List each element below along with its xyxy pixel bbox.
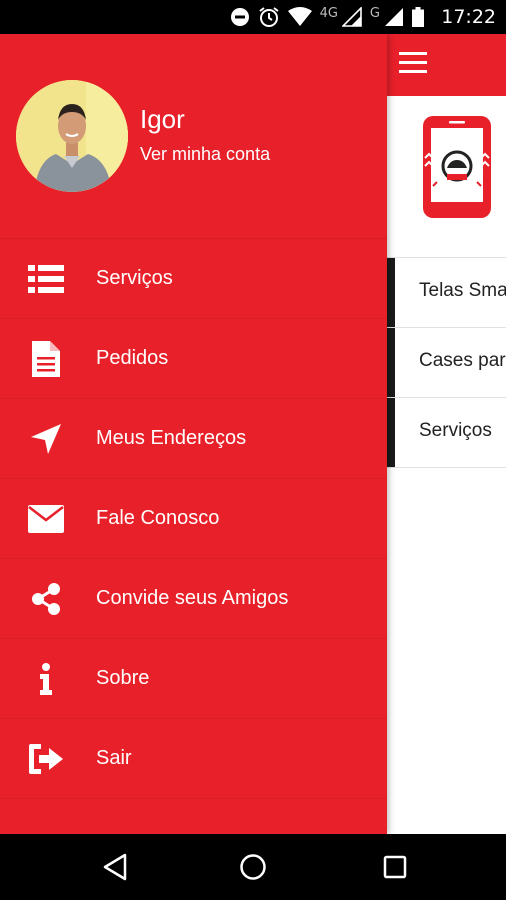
status-icons: 4G G: [230, 5, 424, 29]
app-banner: [387, 96, 506, 258]
view-account-link[interactable]: Ver minha conta: [140, 144, 270, 165]
menu-item-sobre[interactable]: Sobre: [0, 639, 387, 719]
recent-apps-icon[interactable]: [378, 850, 412, 884]
wifi-icon: [287, 6, 312, 28]
hamburger-menu-icon[interactable]: [399, 52, 429, 76]
signal-icon: [341, 6, 362, 28]
menu-item-label: Sobre: [96, 667, 150, 689]
list-icon: [28, 261, 64, 297]
menu-item-label: Convide seus Amigos: [96, 587, 289, 609]
drawer-header[interactable]: Igor Ver minha conta: [0, 34, 387, 239]
home-icon[interactable]: [236, 850, 270, 884]
sign-out-icon: [28, 741, 64, 777]
menu-item-convide-seus-amigos[interactable]: Convide seus Amigos: [0, 559, 387, 639]
menu-item-label: Pedidos: [96, 347, 169, 369]
navigation-drawer: Igor Ver minha conta Serviços Pedidos Me…: [0, 34, 387, 834]
menu-item-meus-enderecos[interactable]: Meus Endereços: [0, 399, 387, 479]
app-list-item[interactable]: Telas Sma: [387, 258, 506, 328]
document-icon: [28, 341, 64, 377]
info-icon: [28, 661, 64, 697]
drawer-menu: Serviços Pedidos Meus Endereços Fale Con…: [0, 239, 387, 799]
app-toolbar: [387, 34, 506, 96]
network-type-label-2: G: [369, 5, 380, 21]
network-type-label: 4G: [319, 5, 338, 21]
alarm-icon: [258, 6, 280, 28]
app-list-label: Serviços: [419, 420, 492, 441]
user-name: Igor: [140, 104, 185, 134]
back-icon[interactable]: [98, 850, 132, 884]
clock: 17:22: [441, 6, 496, 28]
menu-item-sair[interactable]: Sair: [0, 719, 387, 799]
signal-icon: [384, 6, 404, 28]
menu-item-fale-conosco[interactable]: Fale Conosco: [0, 479, 387, 559]
do-not-disturb-icon: [230, 6, 250, 28]
avatar[interactable]: [16, 80, 128, 192]
battery-icon: [412, 6, 424, 28]
background-app: Telas Sma Cases par Serviços: [387, 34, 506, 834]
share-icon: [28, 581, 64, 617]
menu-item-label: Fale Conosco: [96, 507, 220, 529]
app-list-label: Telas Sma: [419, 280, 506, 301]
app-list-item[interactable]: Cases par: [387, 328, 506, 398]
menu-item-pedidos[interactable]: Pedidos: [0, 319, 387, 399]
app-list-label: Cases par: [419, 350, 506, 371]
system-nav-bar: [0, 834, 506, 900]
menu-item-label: Serviços: [96, 267, 173, 289]
menu-item-servicos[interactable]: Serviços: [0, 239, 387, 319]
menu-item-label: Meus Endereços: [96, 427, 247, 449]
menu-item-label: Sair: [96, 747, 132, 769]
app-list-item[interactable]: Serviços: [387, 398, 506, 468]
phone-logo-icon: [423, 116, 491, 218]
location-arrow-icon: [28, 421, 64, 457]
status-bar: 4G G 17:22: [0, 0, 506, 34]
envelope-icon: [28, 501, 64, 537]
